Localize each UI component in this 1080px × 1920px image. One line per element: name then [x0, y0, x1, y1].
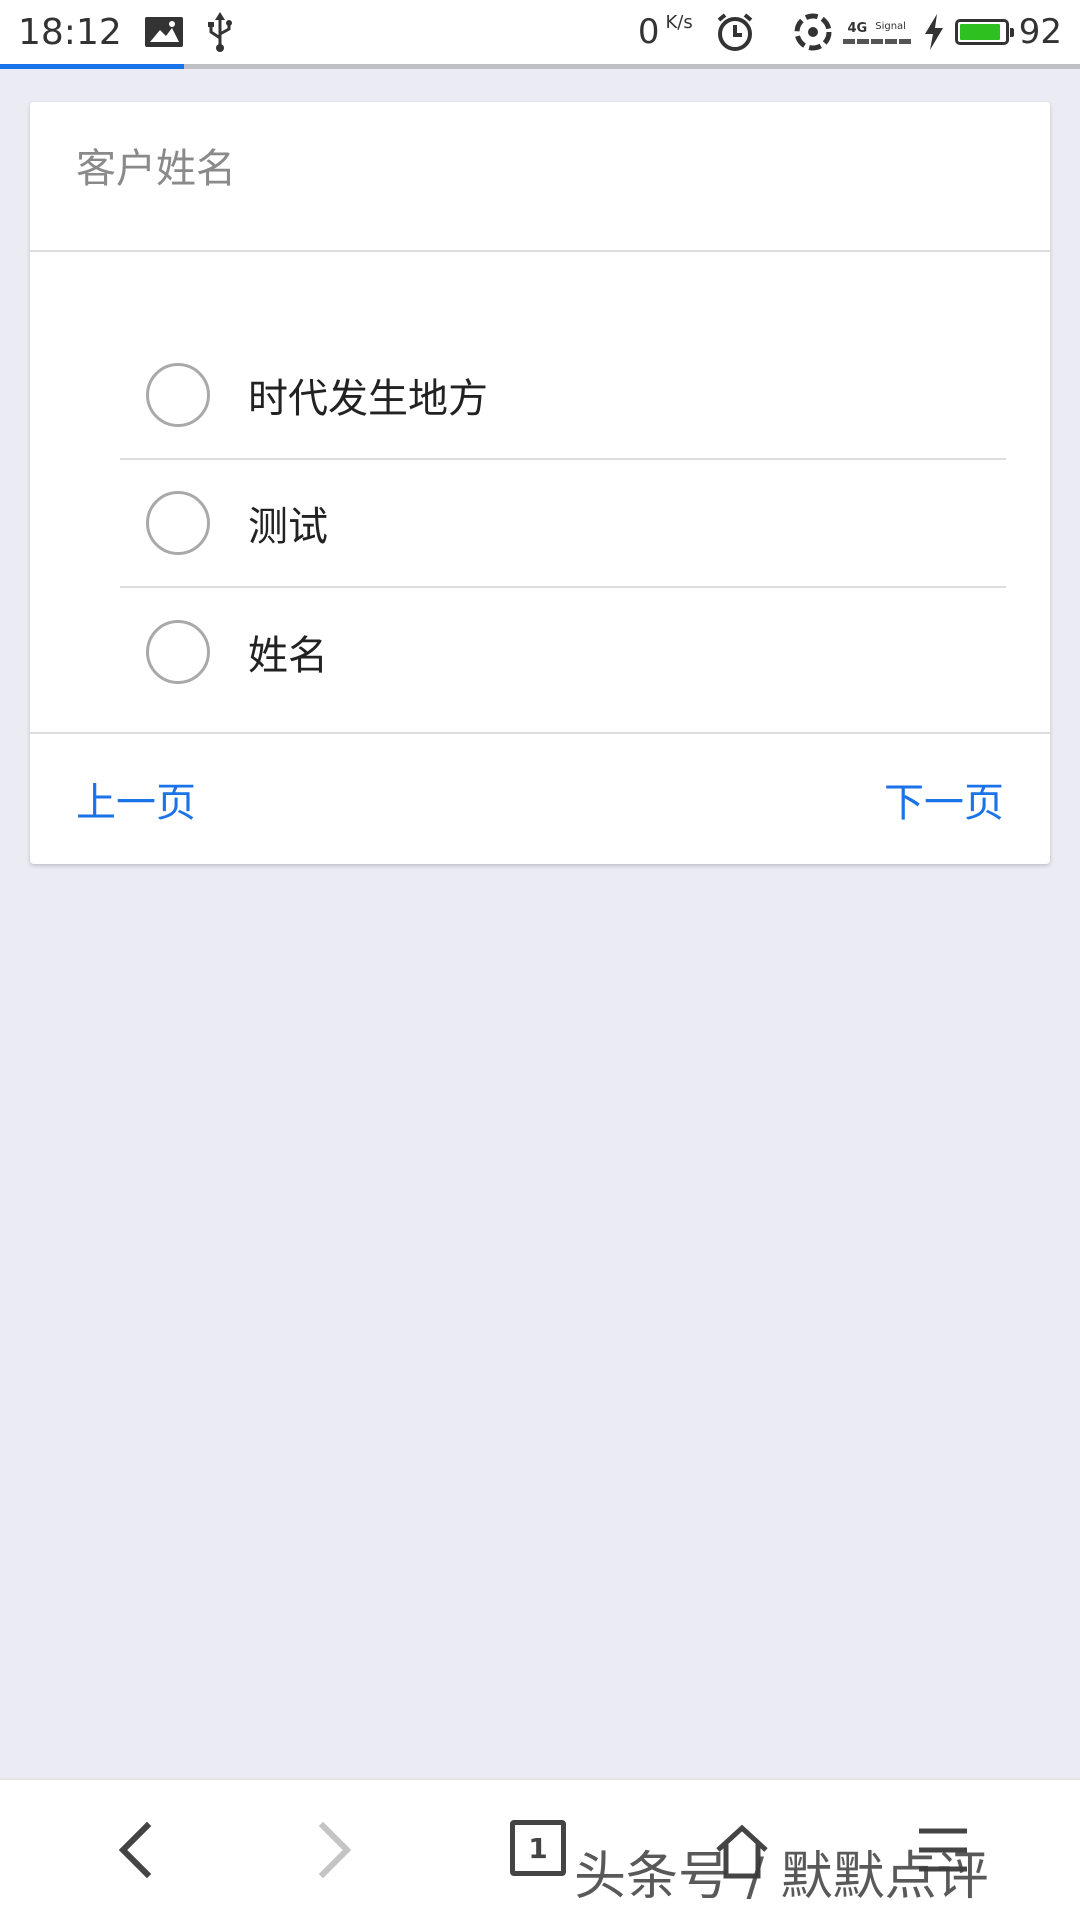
radio-button[interactable]: [146, 620, 210, 684]
next-page-button[interactable]: 下一页: [884, 770, 1004, 828]
page-load-progress-fill: [0, 64, 184, 69]
question-title: 客户姓名: [76, 146, 236, 192]
page-load-progress: [0, 64, 1080, 69]
pagination-footer: 上一页 下一页: [30, 732, 1050, 864]
forward-icon: [318, 1821, 352, 1879]
back-icon: [118, 1821, 152, 1879]
home-icon: [716, 1824, 768, 1879]
option-label: 姓名: [248, 633, 328, 679]
signal-label: Signal: [875, 20, 906, 32]
menu-button[interactable]: [910, 1820, 976, 1880]
status-left: 18:12: [18, 0, 234, 64]
forward-button[interactable]: [300, 1810, 370, 1890]
option-label: 时代发生地方: [248, 376, 488, 422]
tabs-icon: 1: [510, 1820, 566, 1876]
charging-icon: [923, 14, 945, 50]
radio-button[interactable]: [146, 491, 210, 555]
browser-bottom-nav: 1: [0, 1778, 1080, 1920]
hotspot-icon: [793, 12, 833, 52]
question-card: 客户姓名 时代发生地方 测试 姓名 上一页 下一页: [30, 102, 1050, 864]
image-icon: [144, 16, 184, 48]
network-speed: 0 K/s: [638, 12, 693, 52]
question-header: 客户姓名: [30, 102, 1050, 252]
tabs-button[interactable]: 1: [506, 1816, 570, 1880]
signal-icon: 4G Signal: [842, 20, 911, 44]
network-type: 4G: [847, 20, 868, 36]
network-speed-value: 0: [637, 12, 660, 52]
home-button[interactable]: [706, 1816, 778, 1888]
option-item[interactable]: 姓名: [120, 588, 1006, 716]
menu-icon: [919, 1828, 967, 1872]
status-right: 0 K/s 4G Signal 92: [638, 0, 1062, 64]
status-time: 18:12: [18, 11, 122, 53]
battery-icon: [954, 19, 1014, 45]
back-button[interactable]: [100, 1810, 170, 1890]
option-list: 时代发生地方 测试 姓名: [120, 332, 1006, 716]
network-speed-unit: K/s: [665, 12, 693, 33]
battery-percent: 92: [1018, 12, 1062, 52]
battery-fill: [959, 24, 1001, 40]
status-bar: 18:12 0 K/s 4G Signal 92: [0, 0, 1080, 64]
option-item[interactable]: 测试: [120, 460, 1006, 588]
usb-icon: [206, 12, 234, 52]
option-item[interactable]: 时代发生地方: [120, 332, 1006, 460]
radio-button[interactable]: [146, 363, 210, 427]
prev-page-button[interactable]: 上一页: [76, 770, 196, 828]
alarm-icon: [715, 12, 755, 52]
option-label: 测试: [248, 504, 328, 550]
